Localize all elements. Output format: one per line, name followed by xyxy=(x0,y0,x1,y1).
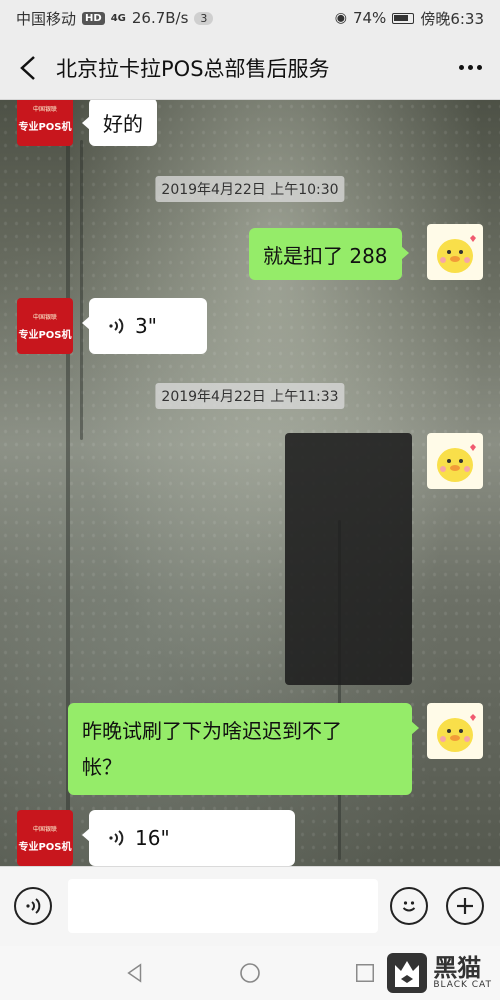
status-bar: 中国移动 HD 4G 26.7B/s 3 ◉ 74% 傍晚6:33 xyxy=(0,0,500,36)
avatar-brand-bottom: 专业POS机 xyxy=(18,121,72,133)
battery-icon xyxy=(392,12,415,24)
network-speed: 26.7B/s xyxy=(131,9,189,27)
avatar-brand-top: 中国银联 xyxy=(32,825,57,833)
voice-message-received[interactable]: 3" xyxy=(82,298,207,354)
clock: 傍晚6:33 xyxy=(420,9,484,28)
contact-avatar[interactable]: 中国银联 专业POS机 xyxy=(17,100,73,146)
contact-avatar[interactable]: 中国银联 专业POS机 xyxy=(17,298,73,354)
image-message-redacted[interactable] xyxy=(285,433,412,685)
voice-wave-icon xyxy=(109,318,124,334)
more-options-button[interactable] xyxy=(440,65,500,70)
message-bubble-sent[interactable]: 昨晚试刷了下为啥迟迟到不了 帐？ xyxy=(68,703,419,795)
message-text-line: 帐？ xyxy=(82,755,122,779)
duck-avatar-icon xyxy=(437,714,476,752)
message-timestamp: 2019年4月22日 上午10:30 xyxy=(155,176,345,202)
voice-duration: 16" xyxy=(135,826,170,850)
message-timestamp: 2019年4月22日 上午11:33 xyxy=(155,383,345,409)
message-input[interactable] xyxy=(68,879,378,933)
battery-percent: 74% xyxy=(352,9,387,27)
input-bar xyxy=(0,866,500,946)
duck-avatar-icon xyxy=(437,235,476,273)
carrier-label: 中国移动 xyxy=(16,9,77,28)
plus-icon xyxy=(457,898,473,914)
nav-recents-icon[interactable] xyxy=(354,962,376,984)
message-text-line: 昨晚试刷了下为啥迟迟到不了 xyxy=(82,719,342,743)
chat-header: 北京拉卡拉POS总部售后服务 xyxy=(0,36,500,100)
hd-badge: HD xyxy=(82,11,105,25)
avatar-brand-top: 中国银联 xyxy=(32,313,57,321)
user-avatar[interactable] xyxy=(427,433,483,489)
eye-comfort-icon: ◉ xyxy=(334,10,347,26)
contact-avatar[interactable]: 中国银联 专业POS机 xyxy=(17,810,73,866)
more-functions-button[interactable] xyxy=(446,887,484,925)
notification-count: 3 xyxy=(194,11,214,25)
user-avatar[interactable] xyxy=(427,703,483,759)
more-dot-icon xyxy=(458,65,464,70)
network-type: 4G xyxy=(110,12,126,24)
avatar-brand-top: 中国银联 xyxy=(32,105,57,113)
back-button[interactable] xyxy=(0,55,56,81)
smiley-icon xyxy=(402,901,416,912)
voice-message-received[interactable]: 16" xyxy=(82,810,295,866)
avatar-brand-bottom: 专业POS机 xyxy=(18,841,72,853)
nav-home-icon[interactable] xyxy=(238,961,262,985)
avatar-brand-bottom: 专业POS机 xyxy=(18,329,72,341)
voice-duration: 3" xyxy=(135,314,157,338)
user-avatar[interactable] xyxy=(427,224,483,280)
message-text: 好的 xyxy=(103,111,143,136)
background-streak xyxy=(80,140,83,440)
chevron-left-icon xyxy=(20,55,35,80)
voice-wave-icon xyxy=(109,830,124,846)
message-text: 就是扣了 288 xyxy=(263,243,388,268)
black-cat-watermark: 黑猫 BLACK CAT xyxy=(387,946,492,1000)
more-dot-icon xyxy=(476,65,482,70)
watermark-text-en: BLACK CAT xyxy=(433,980,492,990)
more-dot-icon xyxy=(467,65,473,70)
voice-input-button[interactable] xyxy=(14,887,52,925)
message-bubble-received[interactable]: 好的 xyxy=(82,100,157,146)
chat-area[interactable]: 中国银联 专业POS机 好的 2019年4月22日 上午10:30 就是扣了 2… xyxy=(0,100,500,866)
voice-wave-icon xyxy=(26,898,41,914)
duck-avatar-icon xyxy=(437,444,476,482)
watermark-text-cn: 黑猫 xyxy=(433,954,482,982)
status-left: 中国移动 HD 4G 26.7B/s 3 xyxy=(16,8,214,29)
nav-back-icon[interactable] xyxy=(124,962,146,984)
status-right: ◉ 74% 傍晚6:33 xyxy=(335,8,484,29)
emoji-button[interactable] xyxy=(390,887,428,925)
black-cat-logo-icon xyxy=(387,953,428,993)
chat-title: 北京拉卡拉POS总部售后服务 xyxy=(56,56,330,81)
message-bubble-sent[interactable]: 就是扣了 288 xyxy=(249,228,409,280)
